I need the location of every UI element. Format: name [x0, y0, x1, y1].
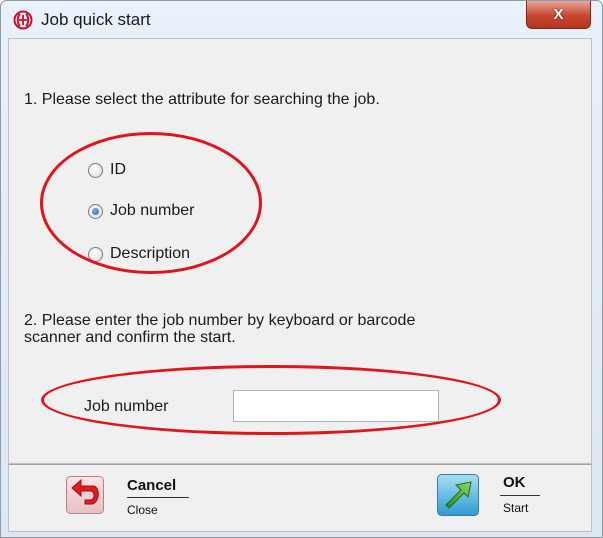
- cancel-title: Cancel: [127, 477, 177, 494]
- step2-instruction: 2. Please enter the job number by keyboa…: [24, 312, 415, 346]
- ok-title: OK: [503, 474, 526, 491]
- close-button[interactable]: X: [526, 1, 591, 29]
- app-logo-icon: [13, 10, 33, 30]
- cancel-subtitle: Close: [127, 503, 158, 517]
- radio-group-highlight-ellipse: [40, 132, 262, 274]
- window-title: Job quick start: [41, 10, 151, 29]
- ok-divider: [500, 495, 540, 496]
- start-arrow-icon: [437, 474, 479, 516]
- step1-instruction: 1. Please select the attribute for searc…: [24, 91, 380, 108]
- undo-arrow-icon: [66, 476, 104, 514]
- cancel-divider: [127, 497, 189, 498]
- step2-instruction-line2: scanner and confirm the start.: [24, 329, 236, 346]
- ok-subtitle: Start: [503, 501, 529, 515]
- title-bar[interactable]: Job quick start X: [1, 1, 602, 37]
- step2-instruction-line1: 2. Please enter the job number by keyboa…: [24, 312, 416, 329]
- close-icon: X: [553, 6, 564, 23]
- input-highlight-ellipse: [41, 365, 501, 435]
